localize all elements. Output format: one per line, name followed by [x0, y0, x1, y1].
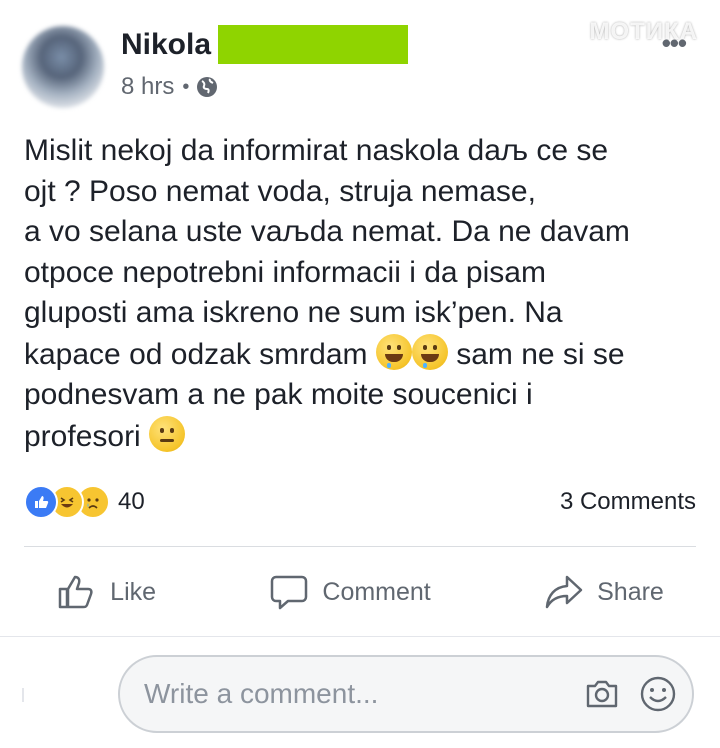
post-text-fragment: kapace od odzak smrdam — [24, 337, 368, 371]
camera-icon[interactable] — [582, 674, 622, 714]
drooling-face-icon — [411, 333, 448, 370]
like-icon — [24, 485, 58, 519]
meta-separator: • — [182, 75, 190, 98]
comment-composer[interactable] — [118, 655, 694, 733]
comment-label: Comment — [322, 577, 431, 606]
post-line: gluposti ama iskreno ne sum isk’pen. Na — [24, 296, 563, 329]
avatar[interactable] — [22, 26, 104, 108]
more-dots-icon[interactable]: ••• — [662, 28, 687, 59]
post-text-fragment: profesori — [24, 419, 141, 453]
speech-bubble-icon — [271, 575, 308, 610]
emoji-smiley-icon[interactable] — [638, 674, 678, 714]
post-line: a vo selana uste vaљda nemat. Da ne dava… — [24, 215, 630, 248]
section-separator — [0, 636, 720, 637]
like-button[interactable]: Like — [56, 571, 156, 613]
divider — [24, 546, 696, 547]
like-label: Like — [110, 577, 157, 606]
share-label: Share — [597, 577, 664, 606]
post-body: Mislit nekoj da informirat naskola daљ c… — [24, 131, 704, 457]
post-line: otpoce nepotrebni informacii i da pisam — [24, 255, 546, 289]
share-arrow-icon — [545, 575, 583, 609]
comment-input[interactable] — [142, 677, 566, 711]
name-highlight-bar — [218, 25, 408, 64]
share-button[interactable]: Share — [543, 571, 664, 613]
globe-icon — [197, 77, 218, 97]
post-line: Mislit nekoj da informirat naskola daљ c… — [24, 134, 609, 167]
drooling-face-icon — [375, 333, 412, 370]
post-actions: Like Comment Share — [0, 566, 720, 618]
post-line: podnesvam a ne pak moite soucenici i — [24, 378, 533, 411]
post-text-fragment: sam ne si se — [456, 337, 625, 371]
post-meta: 8 hrs • — [121, 73, 219, 101]
author-name[interactable]: Nikola — [121, 28, 211, 62]
post-line: ojt ? Poso nemat voda, struja nemase, — [24, 174, 536, 208]
comment-button[interactable]: Comment — [268, 571, 431, 613]
post-time[interactable]: 8 hrs — [121, 73, 174, 101]
comments-count-link[interactable]: 3 Comments — [560, 488, 696, 516]
neutral-face-icon — [149, 415, 186, 452]
scroll-indicator — [22, 688, 24, 702]
post-line: profesori — [24, 415, 704, 458]
post-line: kapace od odzak smrdam sam ne si se — [24, 333, 704, 376]
reactions-summary[interactable]: 40 — [24, 485, 145, 519]
thumbs-up-icon — [58, 575, 93, 609]
reaction-count: 40 — [118, 488, 145, 515]
